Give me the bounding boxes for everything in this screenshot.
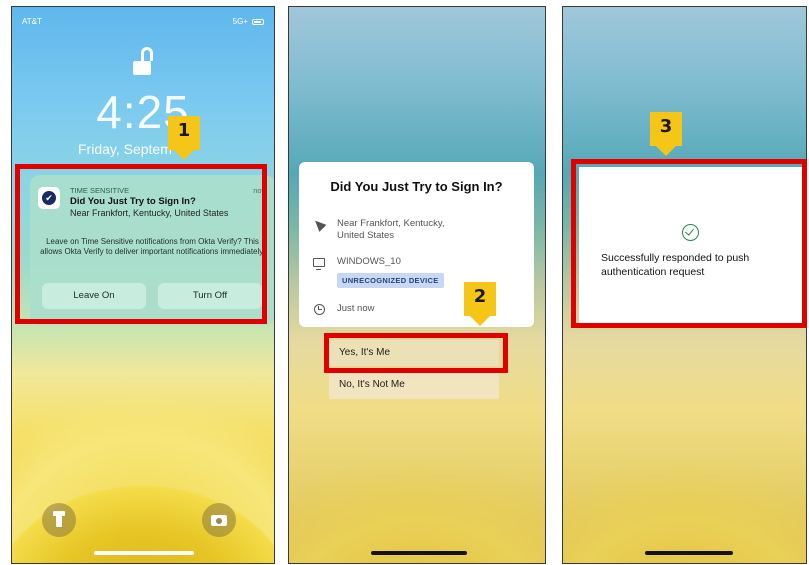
no-its-not-me-button[interactable]: No, It's Not Me — [329, 371, 499, 399]
camera-button[interactable] — [202, 503, 236, 537]
flashlight-button[interactable] — [42, 503, 76, 537]
flashlight-icon — [53, 511, 65, 527]
challenge-location-row: Near Frankfort, Kentucky, United States — [311, 217, 457, 242]
device-name: WINDOWS_10 — [337, 256, 401, 267]
clock-time: 4:25 — [96, 86, 190, 138]
challenge-phone: Did You Just Try to Sign In? Near Frankf… — [288, 6, 546, 564]
step-2-callout: 2 — [464, 282, 496, 326]
highlight-box-step-1 — [15, 164, 267, 324]
home-indicator[interactable] — [94, 551, 194, 555]
challenge-location: Near Frankfort, Kentucky, United States — [337, 218, 445, 241]
step-3-callout: 3 — [650, 112, 682, 156]
unlock-icon — [133, 47, 155, 77]
highlight-box-step-3 — [571, 159, 807, 328]
clock-date: Friday, Septem — [78, 141, 172, 157]
camera-icon — [211, 514, 227, 526]
clock-icon — [313, 303, 325, 315]
carrier-label: AT&T — [22, 17, 42, 26]
network-label: 5G+ — [232, 17, 248, 26]
step-1-callout: 1 — [168, 116, 200, 160]
home-indicator[interactable] — [371, 551, 467, 555]
location-arrow-icon — [311, 217, 327, 232]
home-indicator[interactable] — [645, 551, 733, 555]
status-indicators: 5G+ — [233, 17, 264, 26]
challenge-time-row: Just now — [313, 303, 375, 315]
challenge-time: Just now — [337, 303, 375, 314]
challenge-title: Did You Just Try to Sign In? — [330, 179, 503, 194]
sign-in-challenge-card: Did You Just Try to Sign In? Near Frankf… — [299, 162, 534, 327]
highlight-box-step-2 — [324, 333, 508, 373]
status-bar: AT&T 5G+ — [22, 17, 264, 26]
unrecognized-device-badge: UNRECOGNIZED DEVICE — [337, 273, 444, 288]
monitor-icon — [313, 258, 325, 270]
challenge-device-row: WINDOWS_10 UNRECOGNIZED DEVICE — [313, 256, 444, 288]
battery-icon — [252, 18, 264, 25]
